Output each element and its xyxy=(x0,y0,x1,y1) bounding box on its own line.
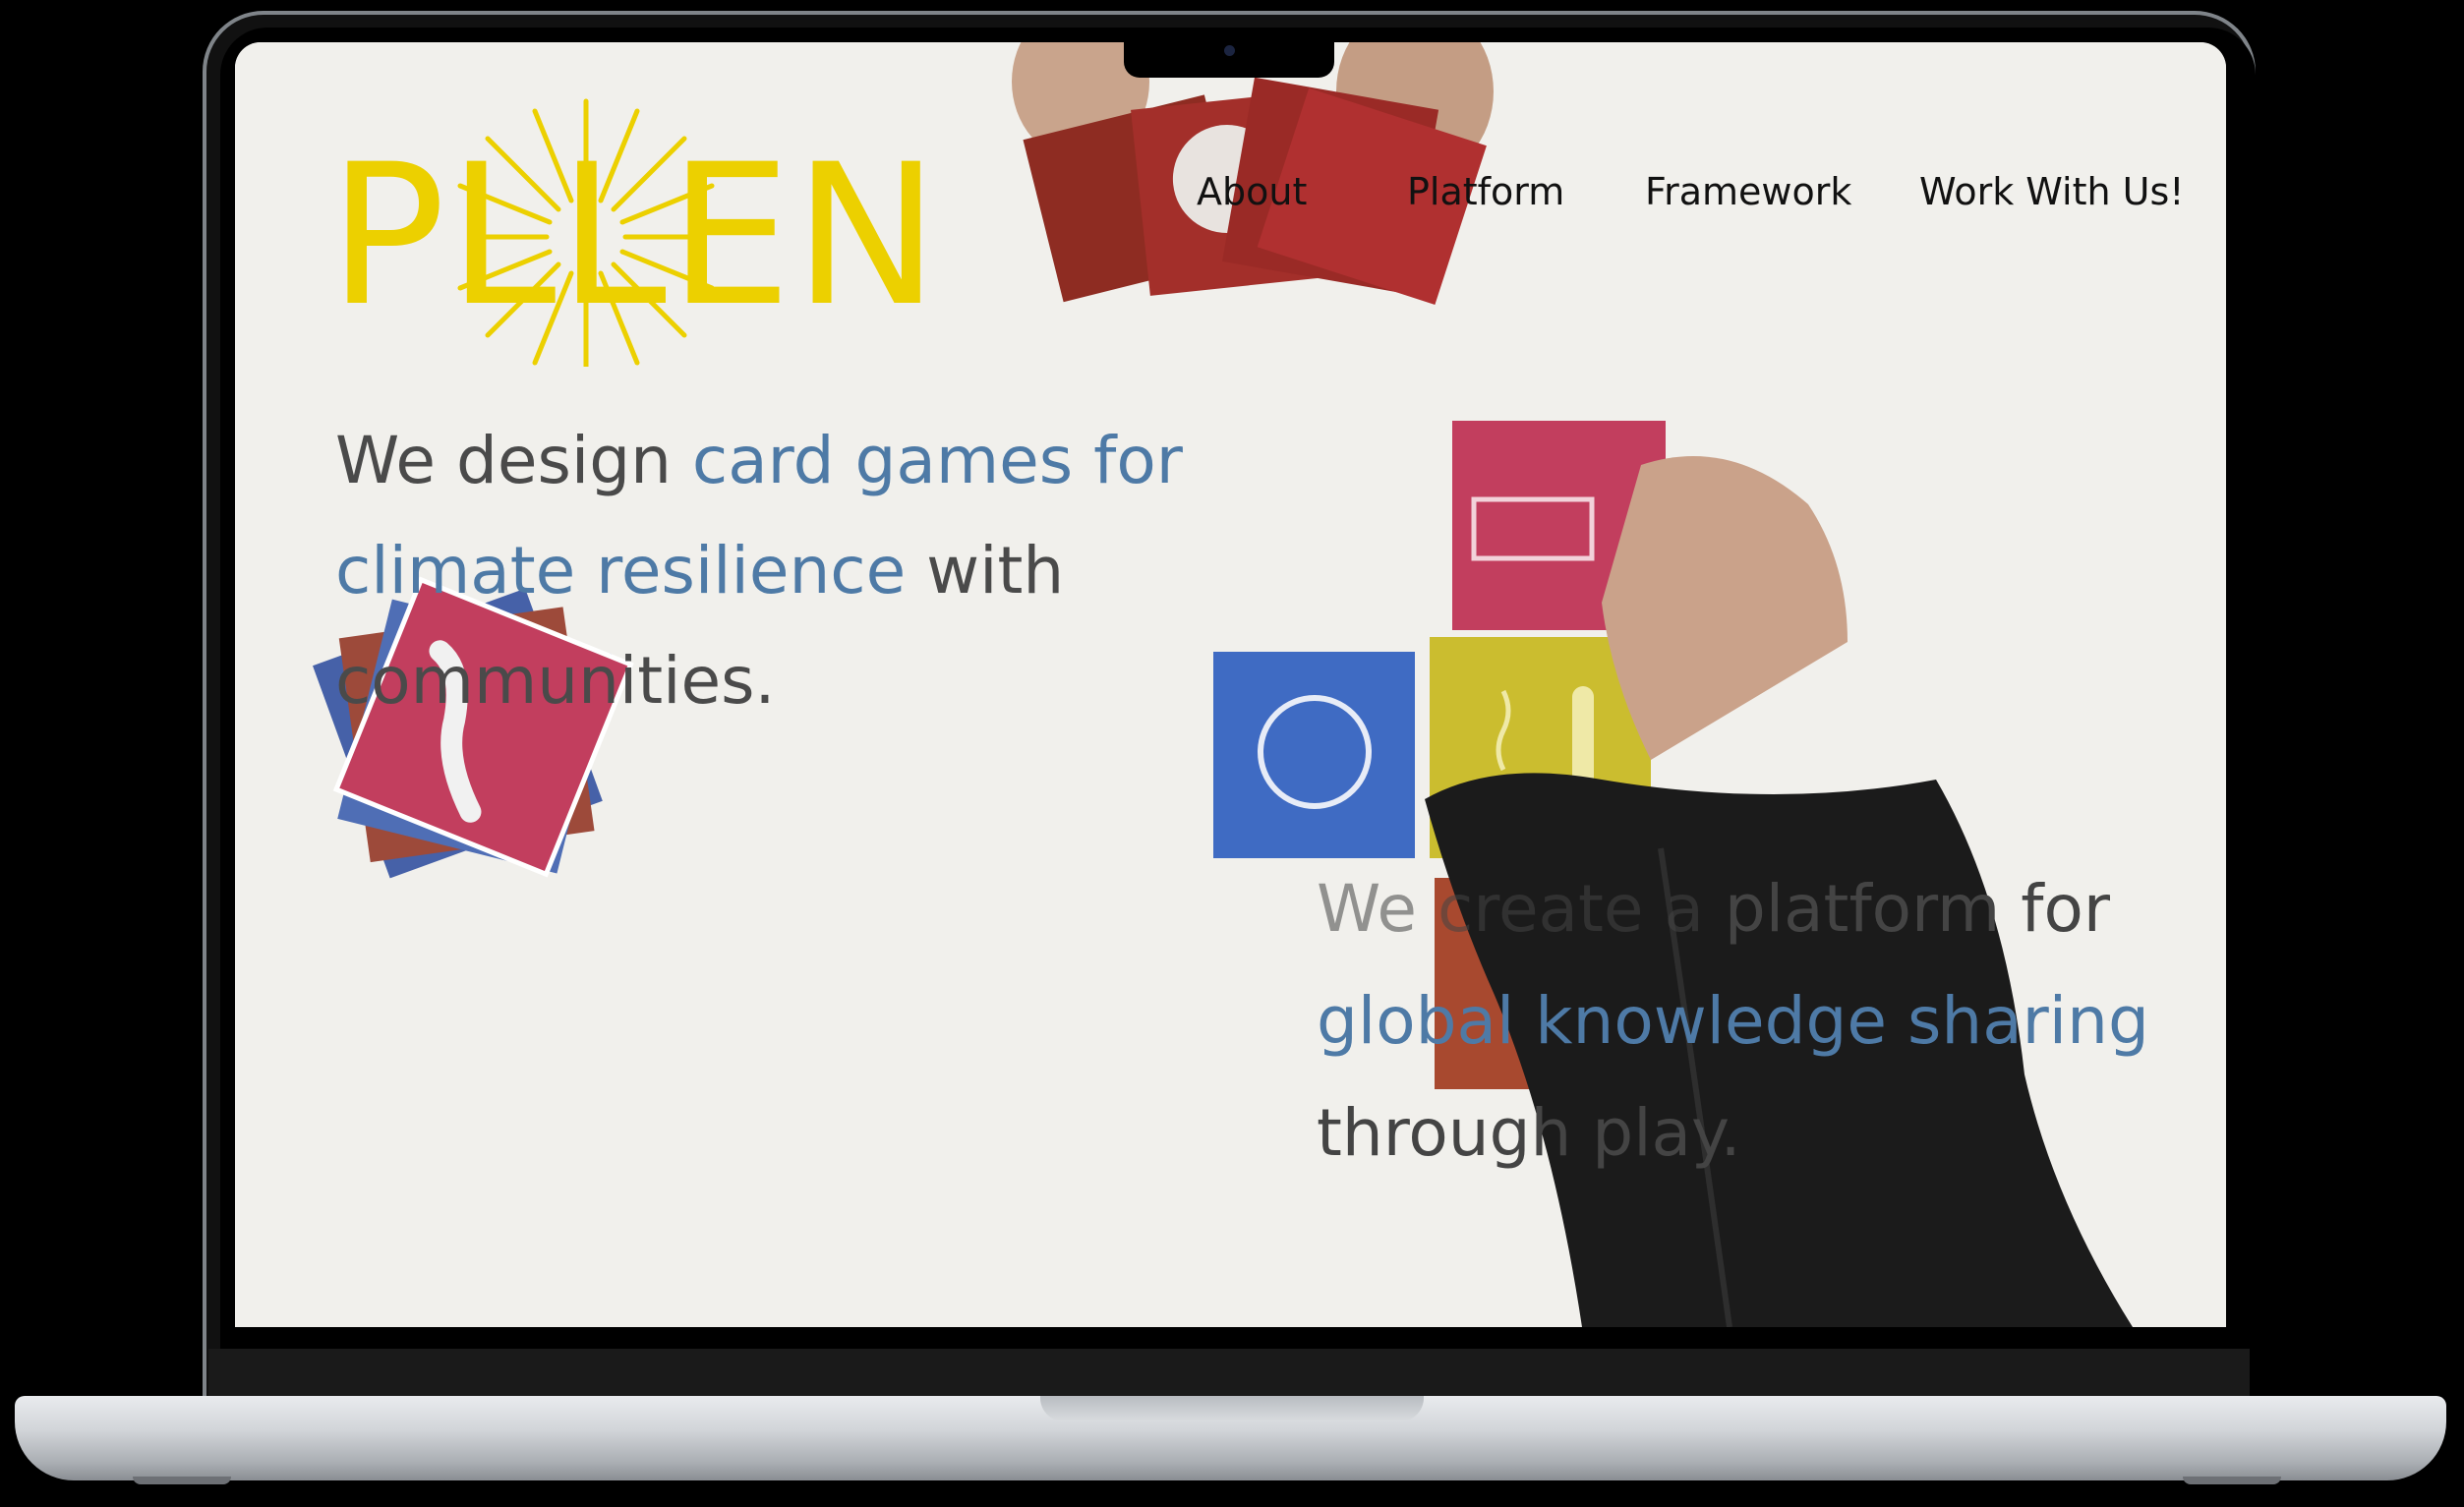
nav-about[interactable]: About xyxy=(1197,170,1307,213)
laptop-opening-lip xyxy=(1040,1396,1424,1421)
nav-framework[interactable]: Framework xyxy=(1645,170,1851,213)
platform-headline: We create a platform for global knowledg… xyxy=(1317,853,2182,1189)
platform-text-2: through play. xyxy=(1317,1095,1741,1171)
nav-work-with-us[interactable]: Work With Us! xyxy=(1919,170,2185,213)
platform-text-1: platform for xyxy=(1703,871,2111,947)
camera-icon xyxy=(1224,45,1235,56)
nav-platform[interactable]: Platform xyxy=(1407,170,1564,213)
main-navigation: About Platform Framework Work With Us! xyxy=(235,170,2226,229)
browser-viewport: PLLEN About Platform Framework Work With… xyxy=(235,42,2226,1327)
logo[interactable]: PLLEN xyxy=(328,139,941,333)
laptop-foot-left xyxy=(133,1477,231,1484)
platform-text-ghost: We create a xyxy=(1317,871,1704,947)
hero-headline: We design card games for climate resilie… xyxy=(335,406,1201,736)
laptop-hinge xyxy=(208,1349,2250,1396)
laptop-foot-right xyxy=(2183,1477,2281,1484)
hero-text-1: We design xyxy=(335,423,692,498)
platform-highlight: global knowledge sharing xyxy=(1317,983,2149,1059)
